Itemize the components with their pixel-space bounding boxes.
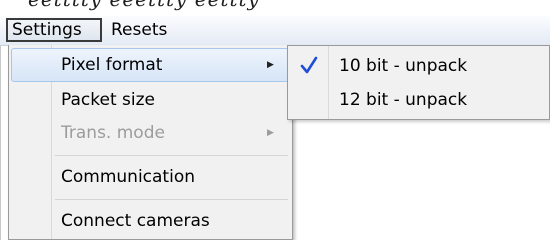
menu-bar: Settings Resets (0, 16, 550, 46)
submenu-item-label: 12 bit - unpack (339, 90, 468, 110)
triangle-right-icon: ▶ (267, 60, 274, 70)
submenu-item-10bit-unpack[interactable]: 10 bit - unpack (290, 49, 547, 83)
menu-item-label: Pixel format (61, 55, 163, 75)
menu-item-label: Packet size (61, 90, 155, 110)
menu-item-label: Trans. mode (61, 123, 165, 143)
submenu-item-label: 10 bit - unpack (339, 56, 468, 76)
menu-item-label: Connect cameras (61, 211, 210, 231)
menu-item-label: Communication (61, 167, 195, 187)
menu-separator (55, 199, 288, 200)
menu-resets[interactable]: Resets (106, 18, 176, 42)
menu-item-connect-cameras[interactable]: Connect cameras (11, 204, 290, 238)
menu-item-pixel-format[interactable]: Pixel format ▶ (11, 48, 290, 82)
submenu-item-12bit-unpack[interactable]: 12 bit - unpack (290, 83, 547, 117)
pixel-format-submenu: 10 bit - unpack 12 bit - unpack (287, 45, 550, 120)
triangle-right-icon: ▶ (267, 128, 274, 138)
menu-item-communication[interactable]: Communication (11, 160, 290, 194)
settings-dropdown: Pixel format ▶ Packet size Trans. mode ▶… (8, 45, 293, 240)
menu-settings[interactable]: Settings (6, 18, 102, 42)
menu-item-trans-mode: Trans. mode ▶ (11, 116, 290, 150)
check-icon (298, 49, 320, 83)
clipped-text-fragment: eetttty eeettty eettty (28, 0, 260, 11)
menu-separator (55, 155, 288, 156)
menu-item-packet-size[interactable]: Packet size (11, 83, 290, 117)
window-edge (0, 45, 1, 240)
